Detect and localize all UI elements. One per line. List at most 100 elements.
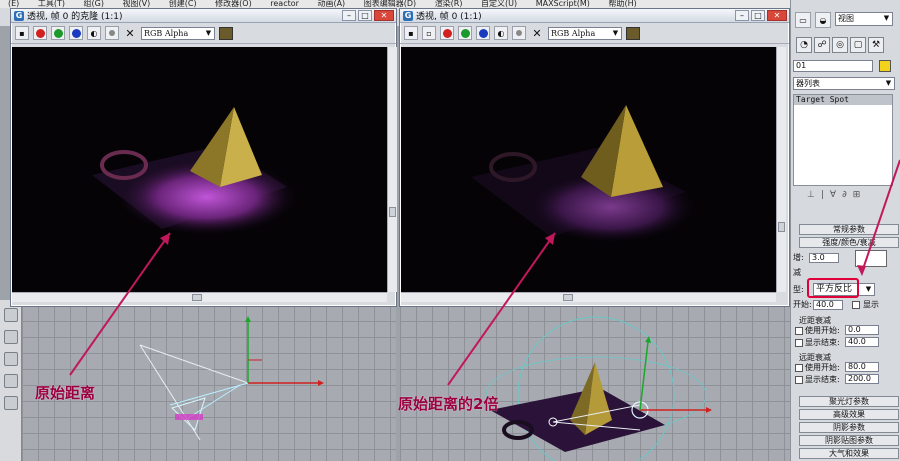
rollout-atmospheres-effects[interactable]: 大气和效果: [799, 448, 899, 459]
configure-sets-icon[interactable]: ⊞: [853, 190, 861, 204]
red-channel-toggle[interactable]: [440, 26, 454, 40]
multiplier-spinner[interactable]: 3.0: [809, 253, 839, 263]
rollout-advanced-effects[interactable]: 高级效果: [799, 409, 899, 420]
rollout-general-params[interactable]: 常规参数: [799, 224, 899, 235]
rollout-shadow-map-params[interactable]: 阴影贴图参数: [799, 435, 899, 446]
menu-edit[interactable]: (E): [8, 0, 19, 8]
near-start-spinner[interactable]: 0.0: [845, 325, 879, 335]
alpha-toggle[interactable]: [105, 26, 119, 40]
stack-toolbar: ⊥ | ∀ ∂ ⊞: [793, 190, 893, 204]
save-icon[interactable]: ▪: [404, 26, 418, 40]
channel-select[interactable]: RGB Alpha ▼: [141, 26, 215, 40]
decay-start-spinner[interactable]: 40.0: [813, 300, 843, 310]
monitor-icon[interactable]: ▭: [795, 12, 811, 28]
vertical-scrollbar[interactable]: [387, 47, 397, 292]
far-start-label: 开始:: [821, 363, 840, 372]
menu-modifiers[interactable]: 修改器(O): [215, 0, 252, 8]
menu-create[interactable]: 创建(C): [169, 0, 197, 8]
mono-toggle-icon[interactable]: ◐: [87, 26, 101, 40]
horizontal-scrollbar[interactable]: [401, 292, 776, 302]
close-button[interactable]: ✕: [767, 10, 787, 21]
left-tool-strip: [0, 300, 22, 461]
scroll-thumb[interactable]: [778, 222, 785, 232]
rollout-intensity-color-atten[interactable]: 强度/颜色/衰减: [799, 237, 899, 248]
green-channel-toggle[interactable]: [458, 26, 472, 40]
remove-modifier-icon[interactable]: ∂: [842, 190, 847, 204]
channel-select[interactable]: RGB Alpha ▼: [548, 26, 622, 40]
stack-item-target-spot[interactable]: Target Spot: [794, 95, 892, 105]
menu-maxscript[interactable]: MAXScript(M): [536, 0, 590, 8]
maximize-button[interactable]: □: [358, 10, 372, 21]
object-name-field[interactable]: 01: [793, 60, 873, 72]
vertical-scrollbar[interactable]: [776, 47, 786, 292]
minimize-button[interactable]: –: [342, 10, 356, 21]
tool-icon[interactable]: [4, 330, 18, 344]
menu-help[interactable]: 帮助(H): [608, 0, 636, 8]
menu-animation[interactable]: 动画(A): [317, 0, 345, 8]
color-swatch[interactable]: [626, 26, 640, 40]
color-swatch[interactable]: [219, 26, 233, 40]
mono-toggle-icon[interactable]: ◐: [494, 26, 508, 40]
save-icon[interactable]: ▪: [15, 26, 29, 40]
decay-label: 减: [793, 268, 801, 277]
render-window-titlebar[interactable]: G 透视, 帧 0 的克隆 (1:1) – □ ✕: [11, 9, 396, 23]
modifier-stack[interactable]: Target Spot: [793, 94, 893, 186]
display-tab-icon[interactable]: ▢: [850, 37, 866, 53]
menu-graph-editors[interactable]: 图表编辑器(D): [364, 0, 416, 8]
clear-icon[interactable]: ✕: [530, 26, 544, 40]
view-dropdown[interactable]: 视图 ▼: [835, 12, 893, 26]
menu-tools[interactable]: 工具(T): [38, 0, 65, 8]
maximize-button[interactable]: □: [751, 10, 765, 21]
light-color-swatch[interactable]: [855, 250, 887, 267]
utilities-tab-icon[interactable]: ⚒: [868, 37, 884, 53]
tool-icon[interactable]: [4, 396, 18, 410]
green-channel-toggle[interactable]: [51, 26, 65, 40]
decay-show-checkbox[interactable]: [852, 301, 860, 309]
tool-icon[interactable]: [4, 308, 18, 322]
tool-icon[interactable]: [4, 352, 18, 366]
far-show-checkbox[interactable]: [795, 376, 803, 384]
clone-icon[interactable]: ▫: [422, 26, 436, 40]
render-window-titlebar[interactable]: G 透视, 帧 0 (1:1) – □ ✕: [400, 9, 789, 23]
make-unique-icon[interactable]: ∀: [830, 190, 836, 204]
menu-views[interactable]: 视图(V): [123, 0, 151, 8]
object-color-swatch[interactable]: [879, 60, 891, 72]
menu-group[interactable]: 组(G): [84, 0, 104, 8]
near-use-checkbox[interactable]: [795, 327, 803, 335]
rollout-shadow-params[interactable]: 阴影参数: [799, 422, 899, 433]
blue-channel-toggle[interactable]: [476, 26, 490, 40]
scroll-thumb[interactable]: [389, 207, 396, 217]
tool-icon[interactable]: [4, 374, 18, 388]
motion-tab-icon[interactable]: ◎: [832, 37, 848, 53]
far-use-checkbox[interactable]: [795, 364, 803, 372]
teapot-icon[interactable]: ◒: [815, 12, 831, 28]
render-window-clone[interactable]: G 透视, 帧 0 的克隆 (1:1) – □ ✕ ▪ ◐ ✕ RGB Alph…: [10, 8, 397, 307]
horizontal-scrollbar[interactable]: [12, 292, 387, 302]
modifier-list-dropdown[interactable]: 器列表 ▼: [793, 77, 895, 90]
far-start-spinner[interactable]: 80.0: [845, 362, 879, 372]
pin-stack-icon[interactable]: ⊥: [807, 190, 815, 204]
render-window-title: 透视, 帧 0 的克隆 (1:1): [27, 12, 123, 22]
render-window-frame0[interactable]: G 透视, 帧 0 (1:1) – □ ✕ ▪ ▫ ◐ ✕ RGB Alpha ▼: [399, 8, 790, 307]
far-end-spinner[interactable]: 200.0: [845, 374, 879, 384]
viewport-perspective[interactable]: [400, 305, 790, 461]
near-end-spinner[interactable]: 40.0: [845, 337, 879, 347]
show-end-result-icon[interactable]: |: [821, 190, 824, 204]
minimize-button[interactable]: –: [735, 10, 749, 21]
scroll-thumb[interactable]: [563, 294, 573, 301]
hierarchy-tab-icon[interactable]: ☍: [814, 37, 830, 53]
menu-rendering[interactable]: 渲染(R): [435, 0, 463, 8]
close-button[interactable]: ✕: [374, 10, 394, 21]
menu-reactor[interactable]: reactor: [270, 0, 299, 8]
near-show-checkbox[interactable]: [795, 339, 803, 347]
red-channel-toggle[interactable]: [33, 26, 47, 40]
decay-type-dropdown[interactable]: 平方反比 ▼: [813, 283, 875, 296]
menu-customize[interactable]: 自定义(U): [481, 0, 517, 8]
rollout-spotlight-params[interactable]: 聚光灯参数: [799, 396, 899, 407]
blue-channel-toggle[interactable]: [69, 26, 83, 40]
render-window-toolbar: ▪ ▫ ◐ ✕ RGB Alpha ▼: [400, 23, 789, 44]
create-tab-icon[interactable]: ◔: [796, 37, 812, 53]
clear-icon[interactable]: ✕: [123, 26, 137, 40]
scroll-thumb[interactable]: [192, 294, 202, 301]
alpha-toggle[interactable]: [512, 26, 526, 40]
